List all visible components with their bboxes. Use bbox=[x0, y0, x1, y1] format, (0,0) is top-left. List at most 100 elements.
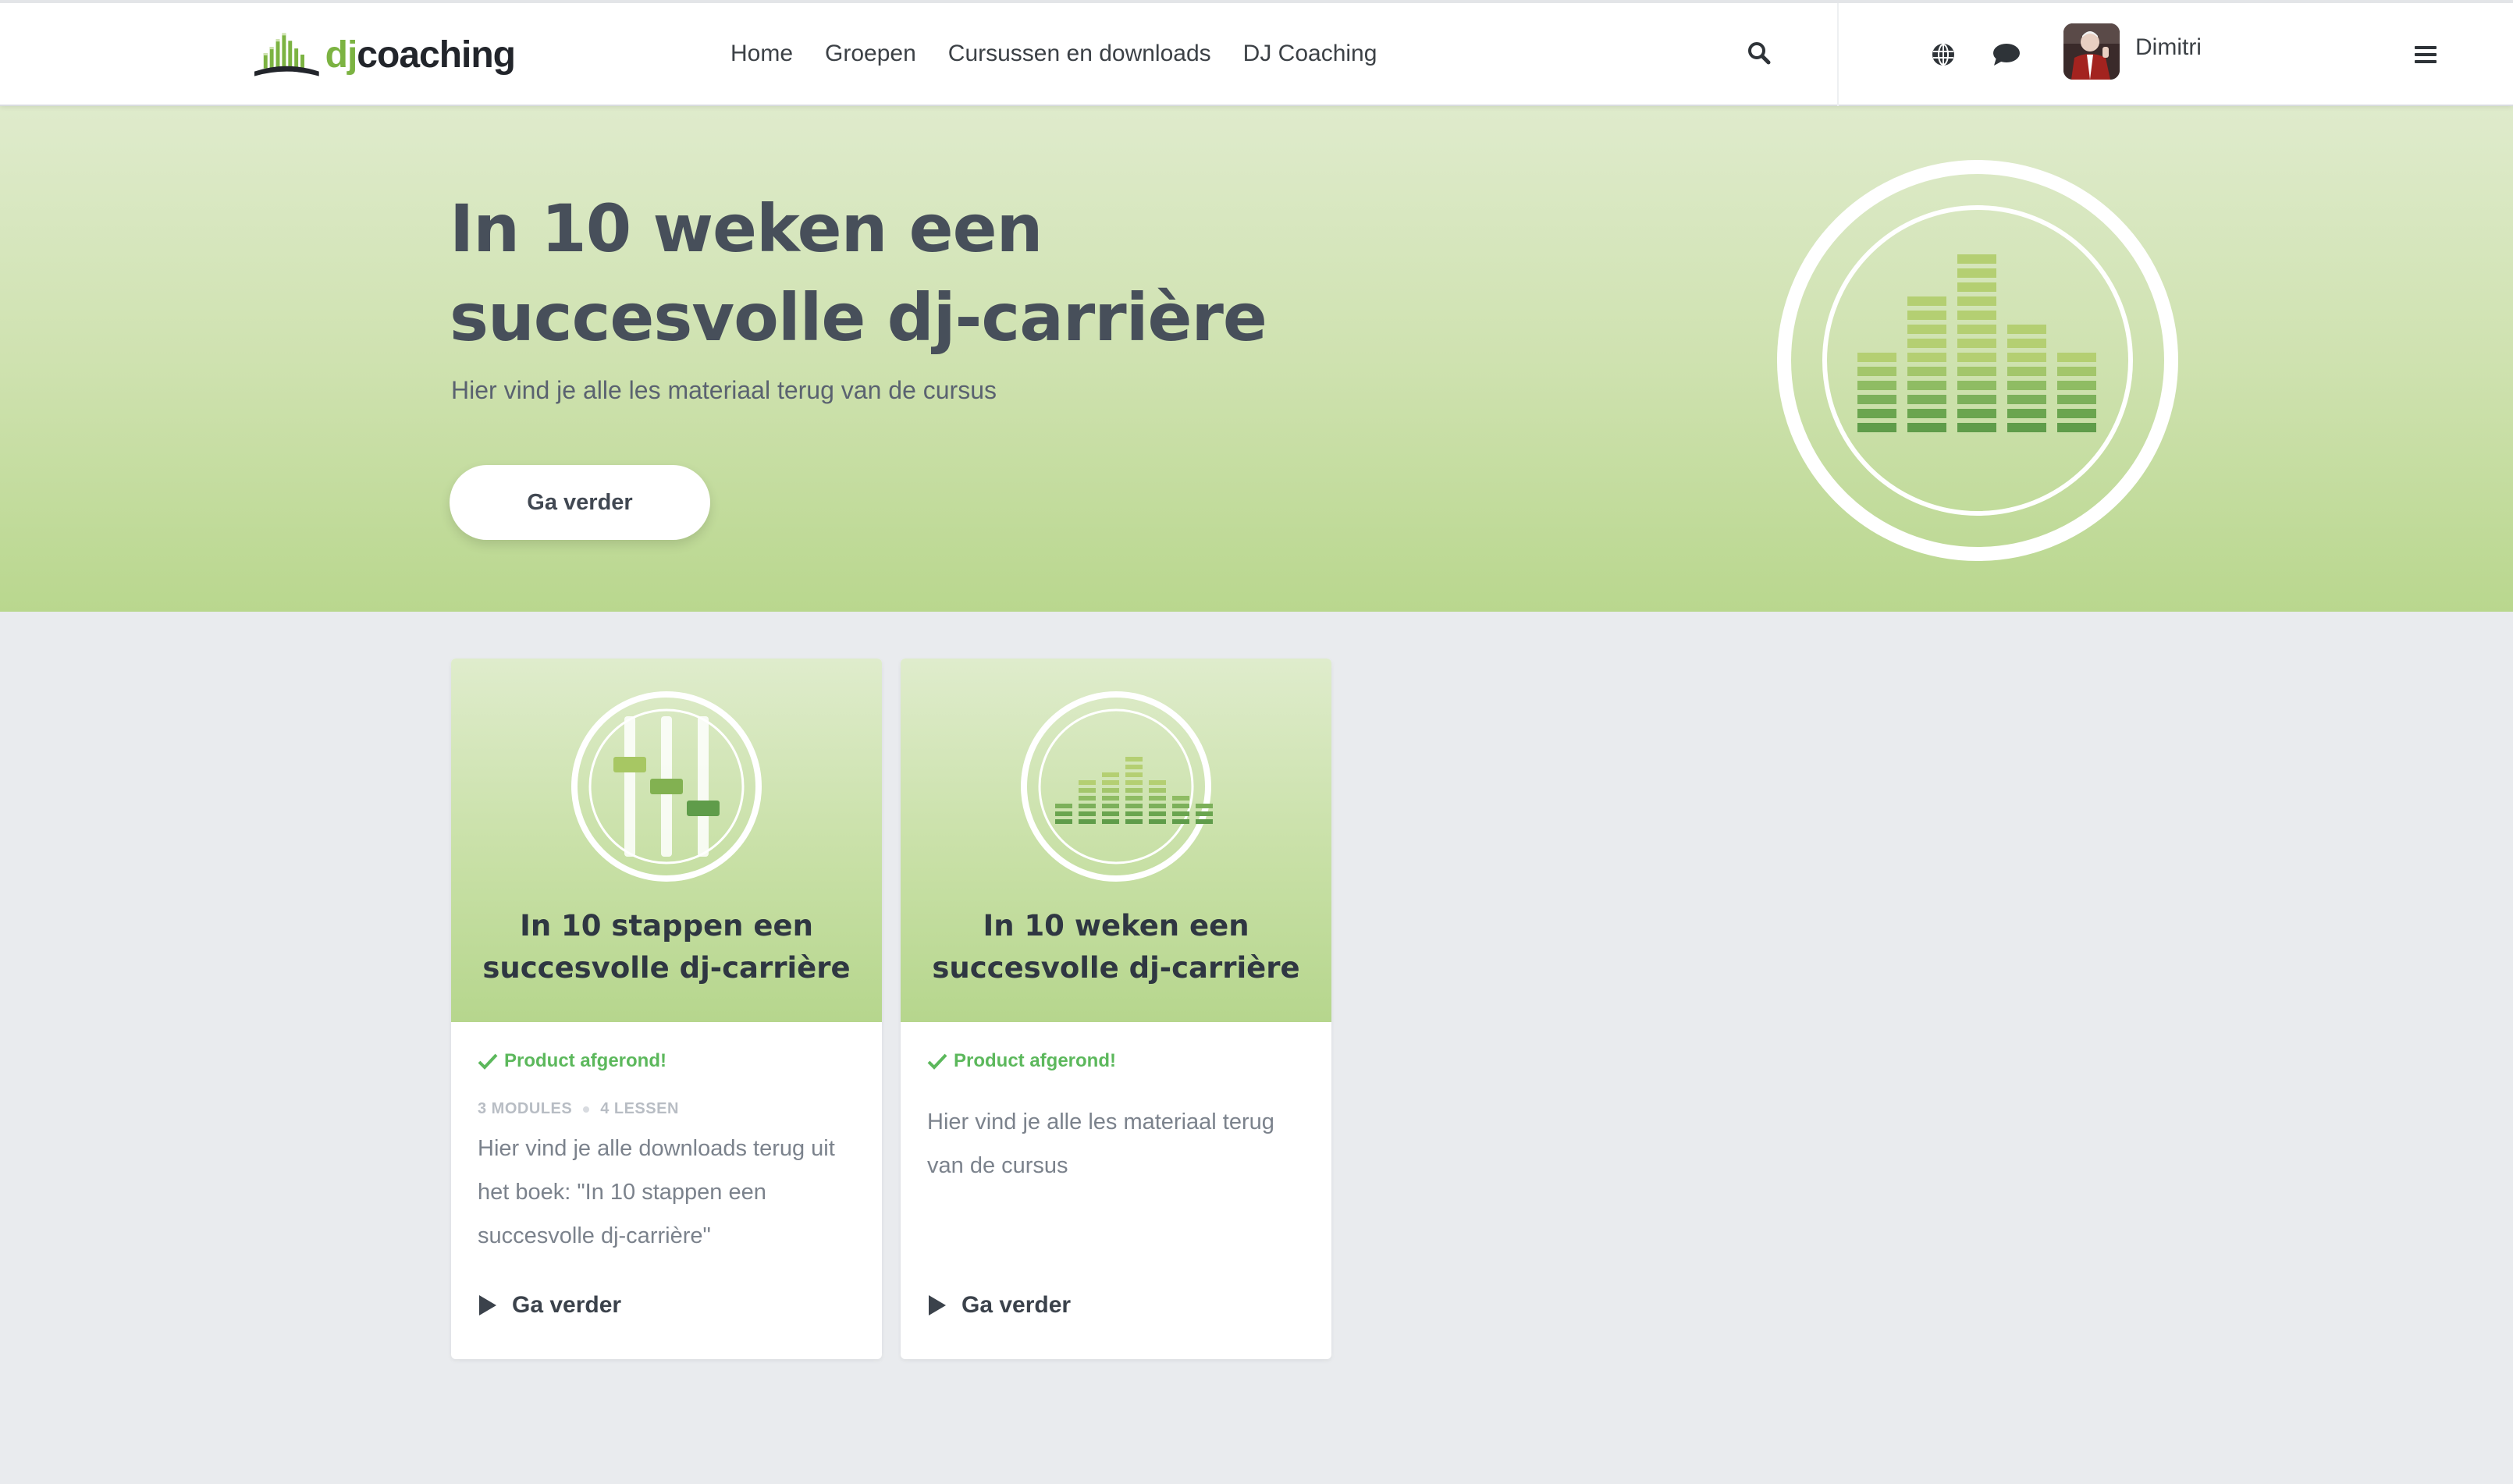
logo-text-dj: dj bbox=[325, 34, 358, 76]
equalizer-segment bbox=[1172, 796, 1189, 801]
card-description: Hier vind je alle les materiaal terug va… bbox=[927, 1109, 1274, 1178]
logo-wordmark: djcoaching bbox=[325, 34, 516, 76]
card-continue-link[interactable]: Ga verder bbox=[927, 1292, 1071, 1319]
equalizer-segment bbox=[1907, 395, 1946, 404]
equalizer-segment bbox=[2007, 395, 2046, 404]
avatar[interactable] bbox=[2063, 23, 2120, 80]
equalizer-segment bbox=[1149, 819, 1166, 824]
globe-icon[interactable] bbox=[1928, 39, 1959, 70]
lessons-count: 4 LESSEN bbox=[600, 1100, 679, 1117]
equalizer-illustration-icon bbox=[1777, 160, 2178, 561]
menu-icon[interactable] bbox=[2410, 39, 2441, 70]
equalizer-segment bbox=[1079, 788, 1096, 793]
equalizer-segment bbox=[1125, 811, 1143, 816]
equalizer-segment bbox=[1907, 423, 1946, 432]
equalizer-segment bbox=[1125, 796, 1143, 801]
modules-count: 3 MODULES bbox=[478, 1100, 573, 1117]
nav-home[interactable]: Home bbox=[730, 41, 793, 67]
equalizer-segment bbox=[1172, 819, 1189, 824]
equalizer-segment bbox=[2007, 423, 2046, 432]
equalizer-segment bbox=[1857, 395, 1896, 404]
chat-icon[interactable] bbox=[1990, 39, 2023, 70]
equalizer-segment bbox=[1079, 819, 1096, 824]
equalizer-segment bbox=[1055, 804, 1072, 808]
equalizer-logo-icon bbox=[254, 33, 319, 76]
equalizer-segment bbox=[1102, 788, 1119, 793]
user-name[interactable]: Dimitri bbox=[2135, 34, 2202, 61]
equalizer-segment bbox=[1149, 811, 1166, 816]
hero-subtitle: Hier vind je alle les materiaal terug va… bbox=[451, 376, 997, 404]
equalizer-segment bbox=[2007, 367, 2046, 376]
equalizer-segment bbox=[1125, 772, 1143, 777]
user-photo bbox=[2063, 23, 2120, 80]
equalizer-segment bbox=[1957, 381, 1996, 390]
equalizer-segment bbox=[1102, 780, 1119, 785]
equalizer-segment bbox=[1957, 423, 1996, 432]
equalizer-segment bbox=[1957, 409, 1996, 418]
top-header: djcoaching Home Groepen Cursussen en dow… bbox=[0, 0, 2513, 106]
equalizer-segment bbox=[1907, 339, 1946, 348]
card-continue-link[interactable]: Ga verder bbox=[478, 1292, 621, 1319]
equalizer-segment bbox=[1149, 804, 1166, 808]
equalizer-segment bbox=[1857, 409, 1896, 418]
card-header: In 10 stappen een succesvolle dj-carrièr… bbox=[451, 659, 882, 1022]
course-card-10-stappen[interactable]: In 10 stappen een succesvolle dj-carrièr… bbox=[451, 659, 882, 1359]
equalizer-segment bbox=[1907, 409, 1946, 418]
equalizer-segment bbox=[1857, 353, 1896, 362]
logo-text-coaching: coaching bbox=[357, 34, 516, 76]
card-description: Hier vind je alle downloads terug uit he… bbox=[478, 1136, 835, 1248]
course-card-10-weken[interactable]: In 10 weken een succesvolle dj-carrière … bbox=[901, 659, 1331, 1359]
equalizer-segment bbox=[2007, 381, 2046, 390]
equalizer-segment bbox=[1957, 353, 1996, 362]
equalizer-segment bbox=[2057, 409, 2096, 418]
play-icon bbox=[929, 1295, 946, 1315]
equalizer-segment bbox=[1125, 757, 1143, 762]
equalizer-segment bbox=[1055, 819, 1072, 824]
equalizer-segment bbox=[1957, 367, 1996, 376]
equalizer-segment bbox=[1079, 804, 1096, 808]
card-meta: 3 MODULES 4 LESSEN bbox=[478, 1100, 679, 1118]
equalizer-segment bbox=[1125, 780, 1143, 785]
card-title[interactable]: In 10 stappen een succesvolle dj-carrièr… bbox=[459, 905, 874, 989]
play-icon bbox=[479, 1295, 496, 1315]
card-cta-label: Ga verder bbox=[512, 1292, 622, 1318]
equalizer-segment bbox=[1196, 811, 1213, 816]
equalizer-segment bbox=[1907, 325, 1946, 334]
equalizer-segment bbox=[1102, 796, 1119, 801]
equalizer-segment bbox=[2057, 423, 2096, 432]
equalizer-segment bbox=[1857, 381, 1896, 390]
meta-separator bbox=[583, 1106, 590, 1113]
equalizer-segment bbox=[2007, 325, 2046, 334]
nav-groepen[interactable]: Groepen bbox=[825, 41, 916, 67]
equalizer-segment bbox=[1957, 395, 1996, 404]
equalizer-segment bbox=[1957, 296, 1996, 306]
status-text: Product afgerond! bbox=[954, 1050, 1116, 1071]
equalizer-segment bbox=[1957, 325, 1996, 334]
equalizer-segment bbox=[2057, 381, 2096, 390]
hero-continue-button[interactable]: Ga verder bbox=[450, 465, 710, 540]
equalizer-segment bbox=[2007, 339, 2046, 348]
equalizer-segment bbox=[1149, 796, 1166, 801]
equalizer-segment bbox=[1079, 811, 1096, 816]
search-icon[interactable] bbox=[1743, 37, 1775, 69]
equalizer-segment bbox=[1102, 772, 1119, 777]
site-logo[interactable]: djcoaching bbox=[253, 30, 516, 80]
equalizer-segment bbox=[1857, 423, 1896, 432]
equalizer-segment bbox=[1125, 804, 1143, 808]
nav-dj-coaching[interactable]: DJ Coaching bbox=[1243, 41, 1377, 67]
equalizer-icon bbox=[1021, 691, 1213, 882]
card-cta-label: Ga verder bbox=[961, 1292, 1072, 1318]
equalizer-segment bbox=[1196, 819, 1213, 824]
equalizer-segment bbox=[1172, 804, 1189, 808]
mixer-sliders-icon bbox=[571, 691, 762, 882]
equalizer-segment bbox=[1149, 788, 1166, 793]
equalizer-segment bbox=[1857, 367, 1896, 376]
equalizer-segment bbox=[2007, 353, 2046, 362]
status-badge: Product afgerond! bbox=[478, 1050, 666, 1072]
nav-cursussen-en-downloads[interactable]: Cursussen en downloads bbox=[948, 41, 1211, 67]
card-title[interactable]: In 10 weken een succesvolle dj-carrière bbox=[908, 905, 1324, 989]
equalizer-segment bbox=[2007, 409, 2046, 418]
equalizer-segment bbox=[1079, 796, 1096, 801]
hero-banner: In 10 weken een succesvolle dj-carrière … bbox=[0, 106, 2513, 612]
equalizer-segment bbox=[2057, 395, 2096, 404]
